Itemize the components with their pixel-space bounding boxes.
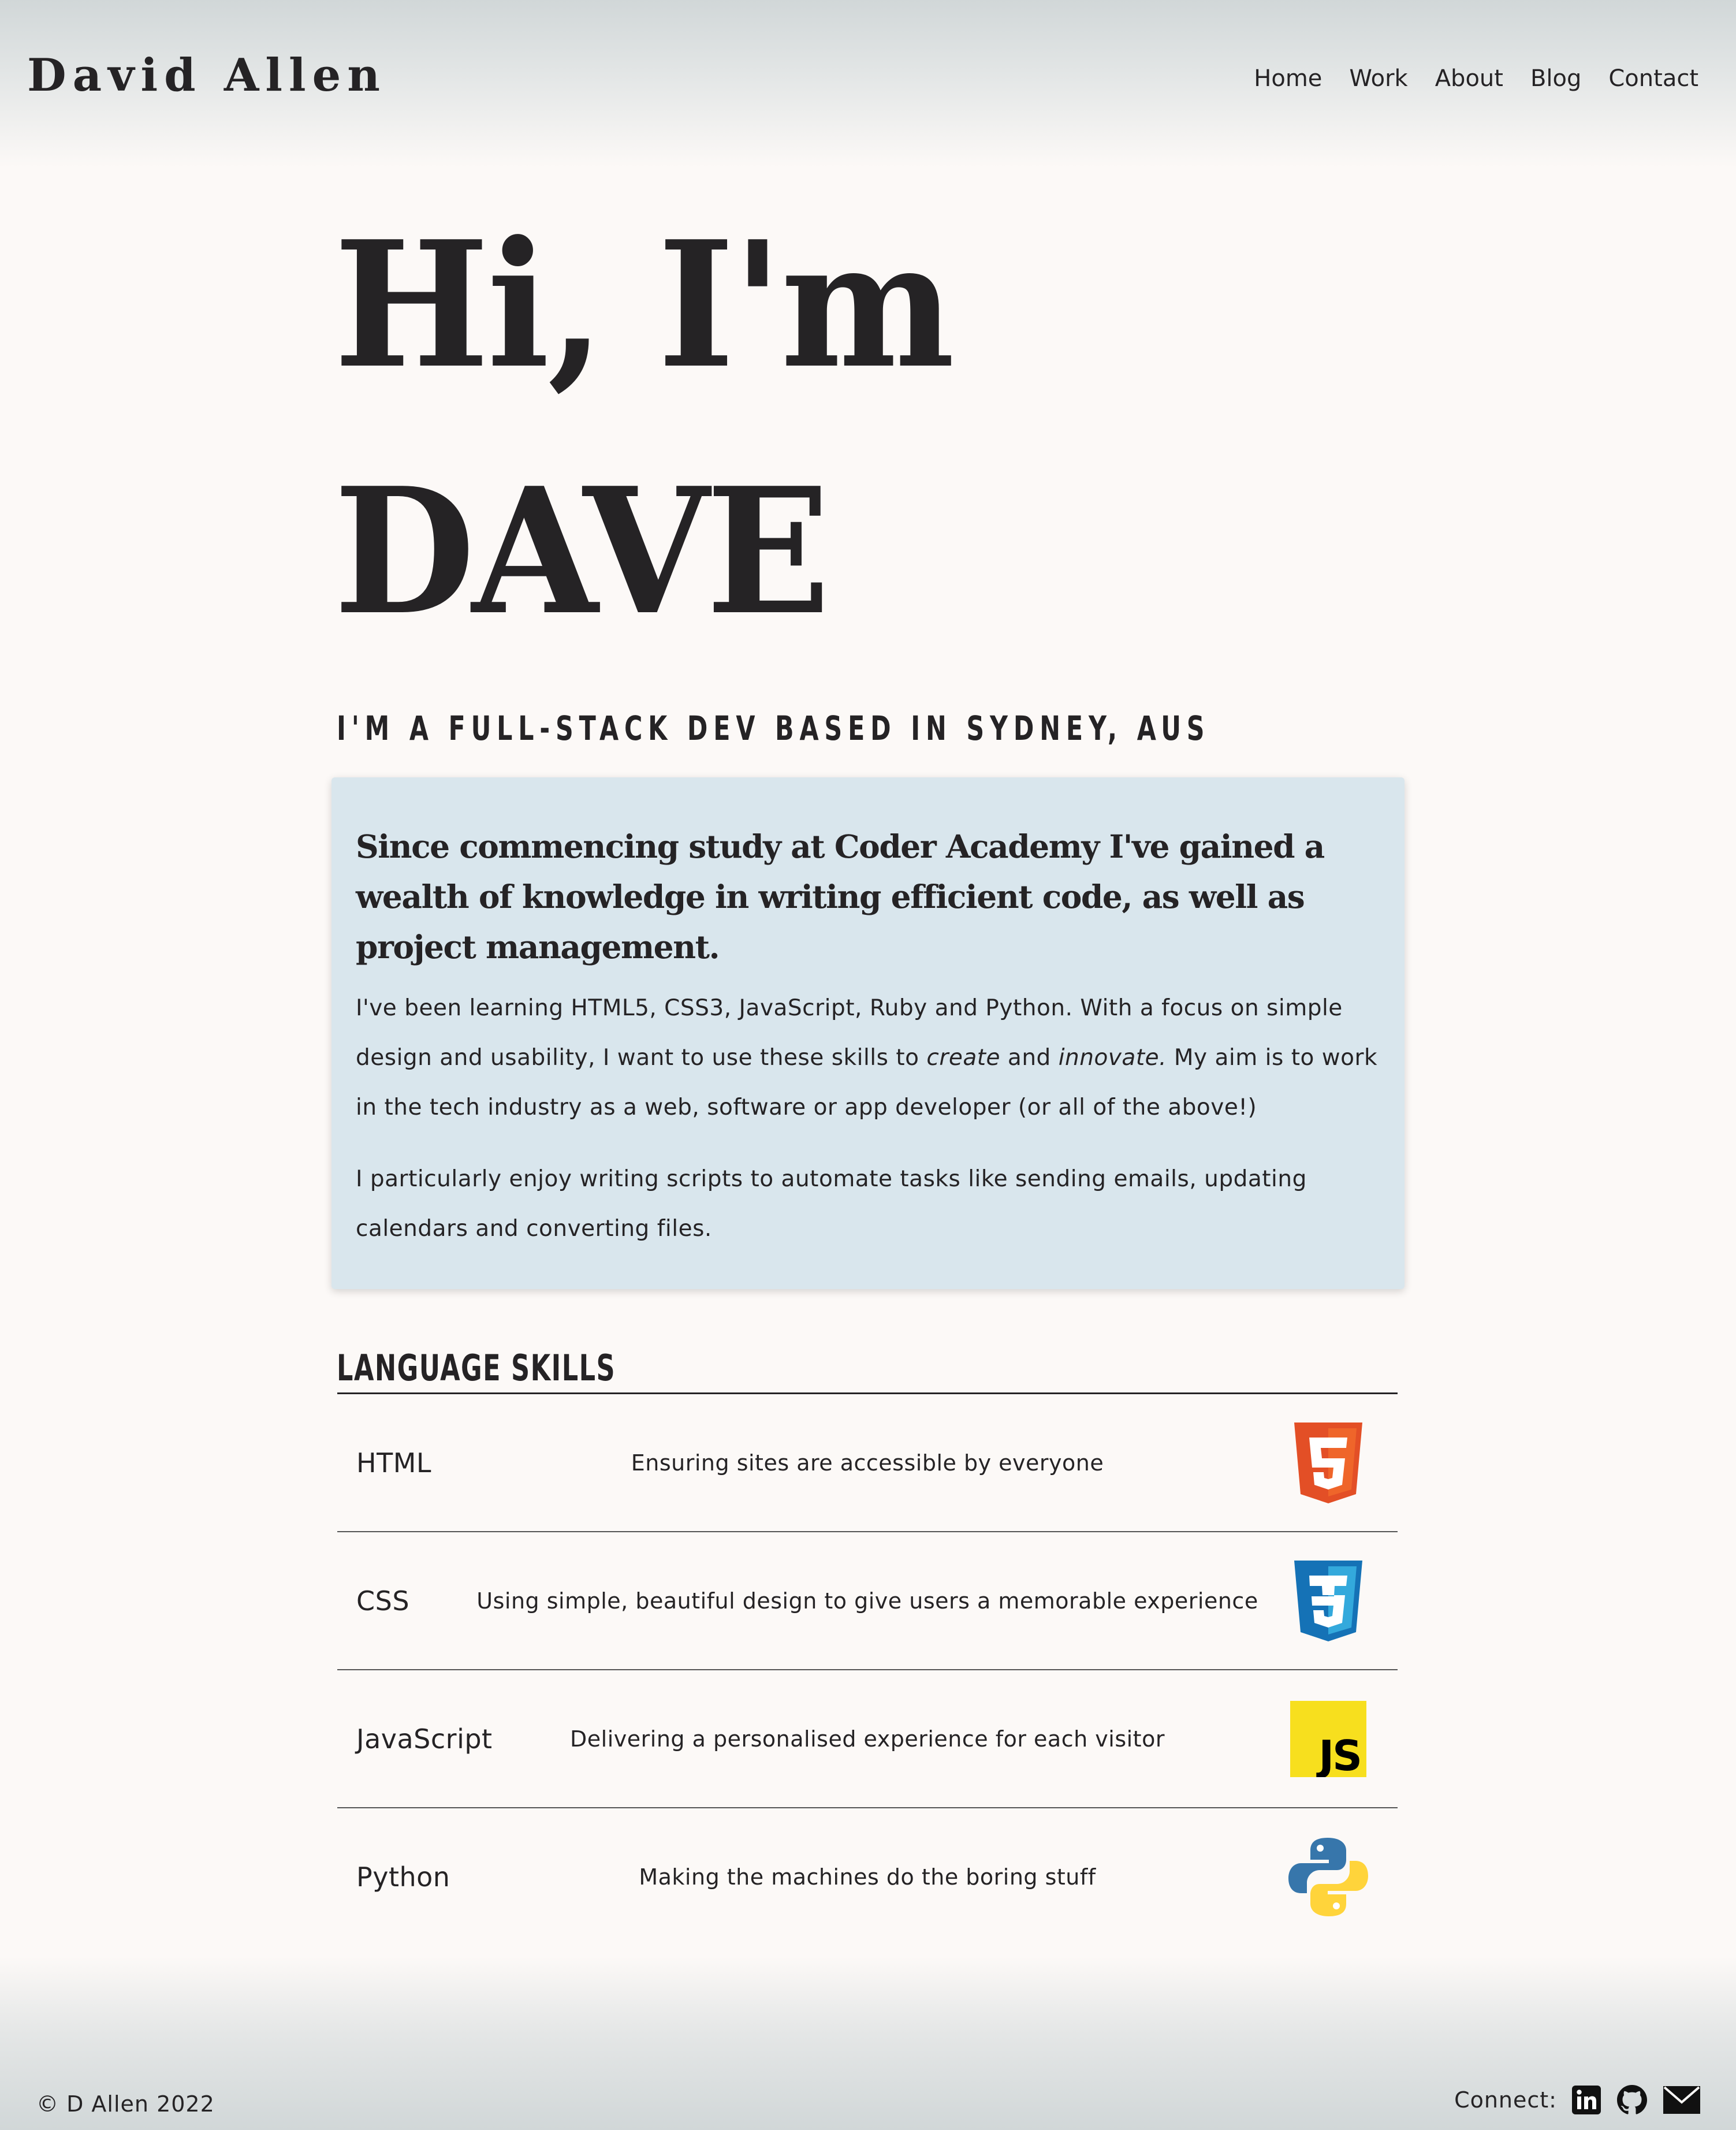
skill-row-python: Python Making the machines do the boring…: [337, 1808, 1398, 1945]
skill-row-javascript: JavaScript Delivering a personalised exp…: [337, 1670, 1398, 1808]
css3-icon: [1288, 1560, 1369, 1641]
skill-name: HTML: [356, 1447, 432, 1479]
copyright-text: © D Allen 2022: [36, 2091, 215, 2117]
intro-emphasis-create: create: [926, 1045, 1001, 1071]
svg-text:JS: JS: [1316, 1731, 1361, 1777]
intro-paragraph-2: I particularly enjoy writing scripts to …: [356, 1166, 1307, 1242]
skill-row-html: HTML Ensuring sites are accessible by ev…: [337, 1394, 1398, 1532]
skill-description: Delivering a personalised experience for…: [570, 1726, 1165, 1752]
site-header: David Allen Home Work About Blog Contact: [0, 0, 1736, 167]
hero-name: DAVE: [334, 449, 830, 653]
skill-description: Making the machines do the boring stuff: [639, 1864, 1096, 1890]
site-footer: © D Allen 2022 Connect:: [0, 1957, 1736, 2130]
skill-name: JavaScript: [356, 1723, 493, 1755]
html5-icon: [1288, 1422, 1369, 1503]
javascript-icon: JS: [1288, 1699, 1369, 1779]
nav-blog[interactable]: Blog: [1530, 67, 1581, 90]
linkedin-icon[interactable]: [1571, 2084, 1602, 2116]
intro-paragraph-1: I've been learning HTML5, CSS3, JavaScri…: [356, 984, 1379, 1133]
skill-description: Ensuring sites are accessible by everyon…: [631, 1450, 1104, 1476]
main-nav: Home Work About Blog Contact: [1254, 67, 1698, 90]
intro-lead: Since commencing study at Coder Academy …: [356, 828, 1325, 966]
skill-name: Python: [356, 1861, 450, 1893]
nav-contact[interactable]: Contact: [1608, 67, 1698, 90]
skill-row-css: CSS Using simple, beautiful design to gi…: [337, 1532, 1398, 1670]
github-icon[interactable]: [1616, 2084, 1648, 2116]
connect-label: Connect:: [1454, 2087, 1557, 2113]
brand-logo[interactable]: David Allen: [27, 53, 386, 98]
nav-work[interactable]: Work: [1349, 67, 1407, 90]
intro-card: Since commencing study at Coder Academy …: [331, 777, 1405, 1289]
connect-links: Connect:: [1454, 2084, 1701, 2116]
skills-title: LANGUAGE SKILLS: [337, 1347, 616, 1389]
skills-table: HTML Ensuring sites are accessible by ev…: [337, 1392, 1398, 1945]
hero-tagline: I'M A FULL-STACK DEV BASED IN SYDNEY, AU…: [337, 709, 1210, 748]
skill-name: CSS: [356, 1585, 410, 1617]
skill-description: Using simple, beautiful design to give u…: [476, 1588, 1258, 1614]
nav-home[interactable]: Home: [1254, 67, 1322, 90]
python-icon: [1288, 1837, 1369, 1917]
mail-icon[interactable]: [1662, 2085, 1701, 2115]
intro-text: and: [1000, 1045, 1059, 1071]
intro-emphasis-innovate: innovate.: [1058, 1045, 1167, 1071]
hero-greeting: Hi, I'm: [334, 203, 955, 407]
nav-about[interactable]: About: [1435, 67, 1503, 90]
